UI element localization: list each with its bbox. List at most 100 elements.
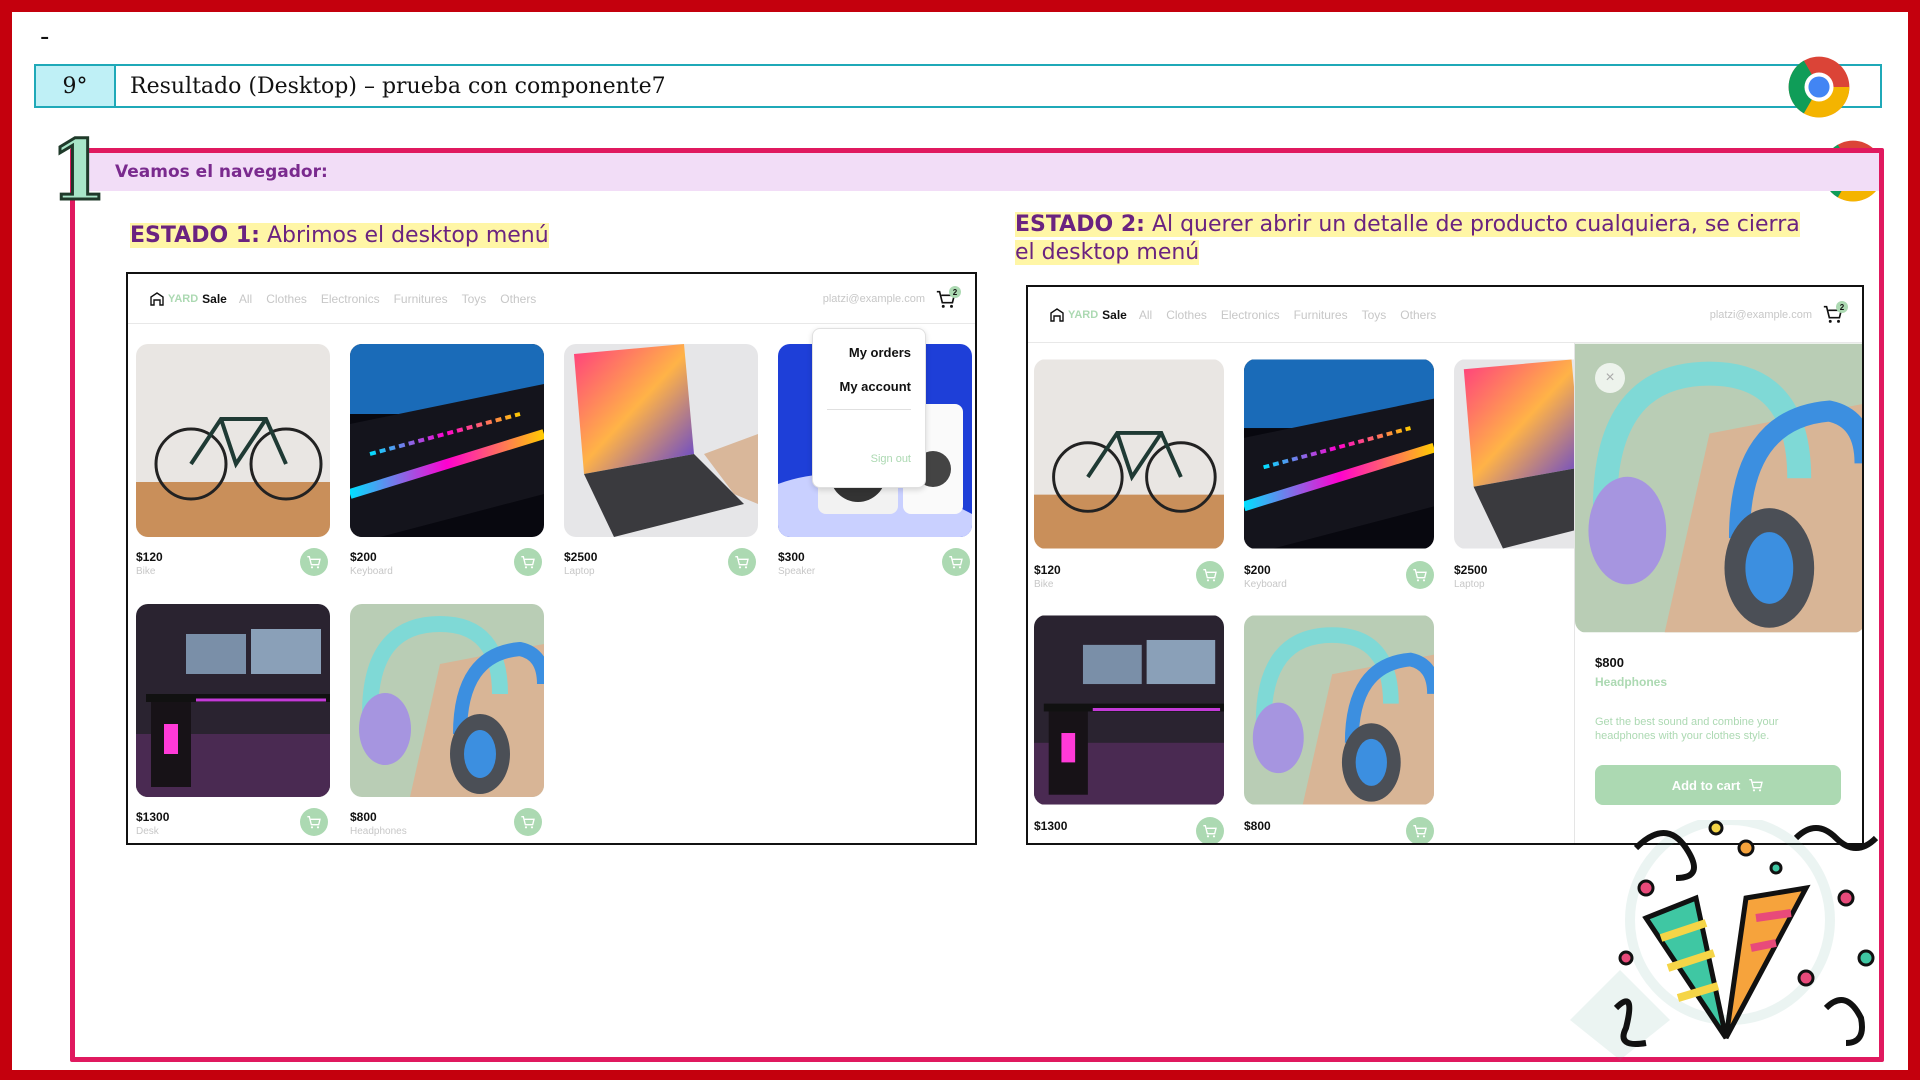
nav-item-clothes[interactable]: Clothes (1166, 308, 1207, 322)
product-price: $120 (1034, 563, 1061, 577)
add-to-cart-icon (521, 556, 535, 569)
product-name: Keyboard (1244, 579, 1287, 590)
nav-item-clothes[interactable]: Clothes (266, 292, 307, 306)
product-image-bike[interactable] (136, 344, 330, 537)
detail-name: Headphones (1595, 675, 1668, 689)
state2-label: ESTADO 2: (1015, 212, 1145, 237)
menu-item-my-orders[interactable]: My orders (849, 345, 911, 360)
home-icon (150, 291, 164, 306)
add-to-cart-icon (1203, 569, 1217, 582)
add-to-cart-button[interactable] (300, 808, 328, 836)
screenshot-state1: YARD Sale All Clothes Electronics Furnit… (126, 272, 977, 845)
menu-item-sign-out[interactable]: Sign out (871, 453, 911, 465)
state1-text: Abrimos el desktop menú (266, 223, 549, 248)
add-to-cart-button[interactable] (300, 548, 328, 576)
product-price: $1300 (136, 810, 170, 824)
logo-yard: YARD (1068, 308, 1099, 321)
add-to-cart-button[interactable] (1406, 561, 1434, 589)
state1-heading: ESTADO 1: Abrimos el desktop menú (130, 222, 990, 250)
cart-badge: 2 (949, 286, 961, 298)
app-logo[interactable]: YARD Sale (1050, 308, 1127, 322)
product-name: Bike (1034, 579, 1054, 590)
cart-badge: 2 (1836, 301, 1848, 313)
add-to-cart-icon (1413, 825, 1427, 838)
chrome-icon (1788, 56, 1850, 118)
product-price: $1300 (1034, 819, 1068, 833)
add-to-cart-cta[interactable]: Add to cart (1595, 765, 1841, 805)
app-logo[interactable]: YARD Sale (150, 292, 227, 306)
product-image-desk[interactable] (136, 604, 330, 797)
slide-dash: - (40, 22, 50, 52)
add-to-cart-button[interactable] (728, 548, 756, 576)
product-price: $2500 (1454, 563, 1488, 577)
product-price: $200 (1244, 563, 1271, 577)
detail-description: Get the best sound and combine your head… (1595, 716, 1779, 742)
add-to-cart-button[interactable] (1406, 817, 1434, 843)
product-name: Laptop (564, 566, 595, 577)
app-navbar: YARD Sale All Clothes Electronics Furnit… (128, 274, 975, 324)
logo-sale: Sale (1102, 307, 1127, 322)
add-to-cart-icon (307, 556, 321, 569)
detail-price: $800 (1595, 655, 1624, 670)
product-price: $800 (350, 810, 377, 824)
menu-divider (827, 409, 911, 410)
add-to-cart-icon (1203, 825, 1217, 838)
add-to-cart-icon (1749, 779, 1764, 792)
product-name: Keyboard (350, 566, 393, 577)
nav-item-all[interactable]: All (239, 292, 252, 306)
product-name: Laptop (1454, 579, 1485, 590)
nav-item-others[interactable]: Others (1400, 308, 1436, 322)
menu-item-my-account[interactable]: My account (839, 379, 911, 394)
product-price: $300 (778, 550, 805, 564)
nav-item-electronics[interactable]: Electronics (1221, 308, 1280, 322)
product-name: Bike (136, 566, 156, 577)
product-price: $800 (1244, 819, 1271, 833)
desktop-menu: My orders My account Sign out (812, 328, 926, 488)
logo-sale: Sale (202, 291, 227, 306)
add-to-cart-button[interactable] (514, 548, 542, 576)
add-to-cart-icon (1413, 569, 1427, 582)
nav-item-electronics[interactable]: Electronics (321, 292, 380, 306)
add-to-cart-icon (521, 816, 535, 829)
product-image-laptop[interactable] (564, 344, 758, 537)
product-image-headphones[interactable] (1244, 615, 1434, 805)
product-image-desk[interactable] (1034, 615, 1224, 805)
add-to-cart-icon (735, 556, 749, 569)
add-to-cart-button[interactable] (514, 808, 542, 836)
state1-label: ESTADO 1: (130, 223, 260, 248)
product-image-bike[interactable] (1034, 359, 1224, 549)
nav-item-others[interactable]: Others (500, 292, 536, 306)
product-image-headphones[interactable] (350, 604, 544, 797)
add-to-cart-label: Add to cart (1671, 777, 1741, 793)
nav-item-all[interactable]: All (1139, 308, 1152, 322)
home-icon (1050, 307, 1064, 322)
close-detail-button[interactable]: × (1595, 363, 1625, 393)
product-name: Headphones (350, 826, 407, 837)
product-price: $2500 (564, 550, 598, 564)
nav-item-toys[interactable]: Toys (462, 292, 487, 306)
screenshot-state2: YARD Sale All Clothes Electronics Furnit… (1026, 285, 1864, 845)
slide-title: Resultado (Desktop) – prueba con compone… (130, 73, 666, 99)
nav-item-toys[interactable]: Toys (1362, 308, 1387, 322)
product-image-keyboard[interactable] (350, 344, 544, 537)
nav-item-furnitures[interactable]: Furnitures (1294, 308, 1348, 322)
nav-email[interactable]: platzi@example.com (1710, 309, 1812, 321)
product-price: $200 (350, 550, 377, 564)
product-name: Desk (136, 826, 159, 837)
close-icon: × (1605, 369, 1615, 386)
subheading: Veamos el navegador: (75, 153, 1879, 191)
add-to-cart-icon (949, 556, 963, 569)
nav-item-furnitures[interactable]: Furnitures (394, 292, 448, 306)
app-navbar: YARD Sale All Clothes Electronics Furnit… (1028, 287, 1862, 343)
add-to-cart-button[interactable] (942, 548, 970, 576)
nav-email[interactable]: platzi@example.com (823, 293, 925, 305)
product-name: Speaker (778, 566, 816, 577)
confetti-icon (1613, 820, 1879, 1047)
state2-heading: ESTADO 2: Al querer abrir un detalle de … (1015, 211, 1805, 267)
add-to-cart-icon (307, 816, 321, 829)
slide-header: 9° Resultado (Desktop) – prueba con comp… (34, 64, 1882, 108)
add-to-cart-button[interactable] (1196, 817, 1224, 843)
product-image-keyboard[interactable] (1244, 359, 1434, 549)
logo-yard: YARD (168, 292, 199, 305)
add-to-cart-button[interactable] (1196, 561, 1224, 589)
